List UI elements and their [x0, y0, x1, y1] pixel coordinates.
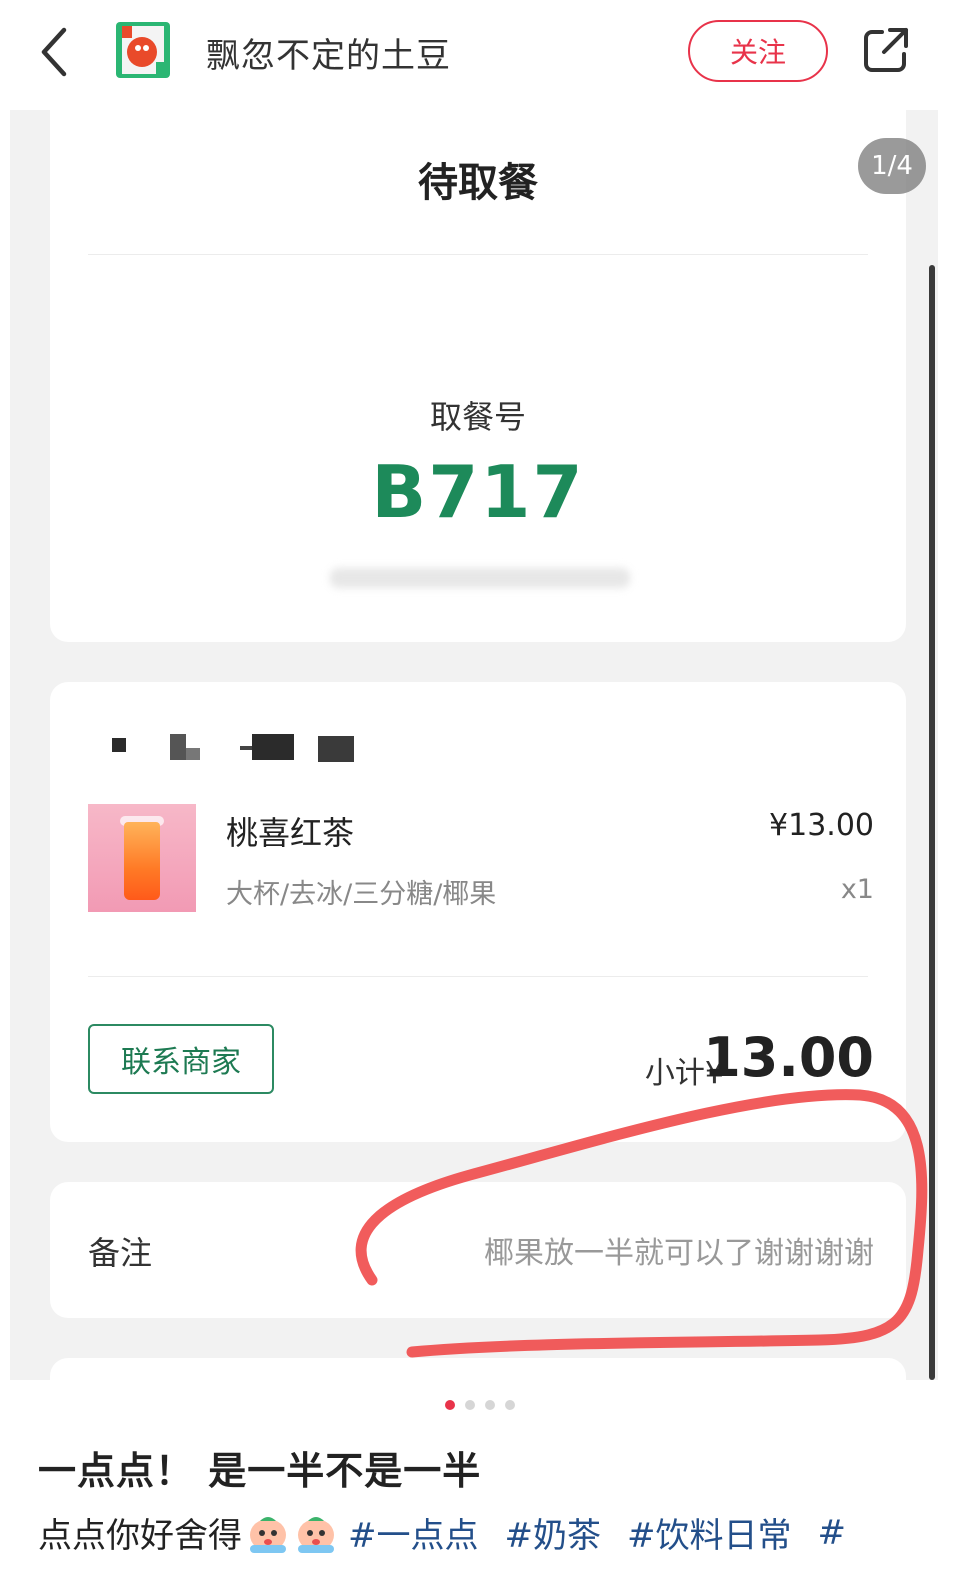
post-body-text: 点点你好舍得 — [38, 1516, 242, 1556]
remark-card: 备注 椰果放一半就可以了谢谢谢谢 — [50, 1182, 906, 1318]
crying-emoji-icon — [246, 1511, 290, 1555]
next-card-edge — [50, 1358, 906, 1380]
share-icon[interactable] — [862, 26, 910, 74]
product-image — [88, 804, 196, 912]
hashtag-link[interactable]: #一点点 — [348, 1508, 479, 1557]
carousel-dot[interactable] — [465, 1400, 475, 1410]
carousel-indicator — [0, 1400, 960, 1410]
divider — [88, 976, 868, 977]
post-image[interactable]: 待取餐 取餐号 B717 桃喜红茶 大杯/去冰/三分糖/椰果 ¥13.00 x1… — [10, 110, 938, 1380]
pickup-label: 取餐号 — [429, 398, 526, 436]
post-body: 点点你好舍得 #一点点 #奶茶 #饮料日常 # — [38, 1508, 846, 1557]
follow-button[interactable]: 关注 — [688, 20, 828, 82]
pickup-number: B717 — [371, 450, 585, 534]
divider — [88, 254, 868, 255]
back-icon[interactable] — [36, 24, 76, 80]
crying-emoji-icon — [294, 1511, 338, 1555]
author-name[interactable]: 飘忽不定的土豆 — [206, 28, 451, 77]
product-spec: 大杯/去冰/三分糖/椰果 — [226, 879, 497, 910]
product-name: 桃喜红茶 — [226, 814, 355, 852]
scrollbar[interactable] — [929, 265, 935, 1380]
hashtag-link[interactable]: # — [818, 1513, 847, 1553]
carousel-dot[interactable] — [505, 1400, 515, 1410]
pickup-card: 待取餐 取餐号 B717 — [50, 110, 906, 642]
carousel-dot[interactable] — [445, 1400, 455, 1410]
order-status-title: 待取餐 — [418, 160, 538, 206]
image-counter: 1/4 — [858, 138, 926, 194]
product-price: ¥13.00 — [769, 808, 874, 843]
post-title: 一点点！ 是一半不是一半 — [38, 1449, 482, 1493]
blurred-text — [330, 568, 630, 588]
remark-label: 备注 — [88, 1234, 153, 1272]
hashtag-link[interactable]: #饮料日常 — [627, 1508, 792, 1557]
shop-name-redacted — [90, 730, 360, 762]
author-avatar[interactable] — [116, 22, 170, 78]
top-bar: 飘忽不定的土豆 关注 — [0, 0, 960, 110]
remark-value: 椰果放一半就可以了谢谢谢谢 — [484, 1236, 874, 1271]
subtotal-value: 13.00 — [703, 1026, 874, 1089]
carousel-dot[interactable] — [485, 1400, 495, 1410]
hashtag-link[interactable]: #奶茶 — [505, 1508, 602, 1557]
order-items-card: 桃喜红茶 大杯/去冰/三分糖/椰果 ¥13.00 x1 联系商家 小计¥ 13.… — [50, 682, 906, 1142]
product-quantity: x1 — [840, 874, 874, 905]
contact-merchant-button[interactable]: 联系商家 — [88, 1024, 274, 1094]
